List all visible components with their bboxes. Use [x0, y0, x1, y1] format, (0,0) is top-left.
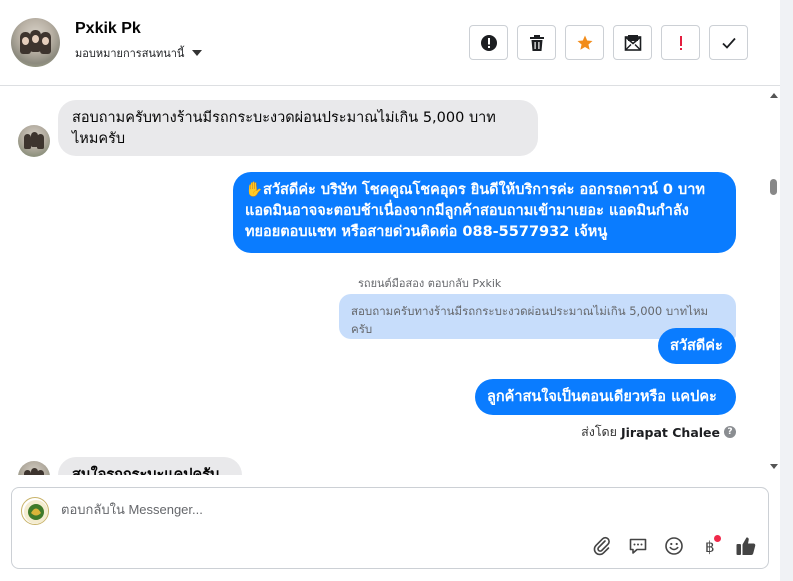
mark-unread-button[interactable] [613, 25, 652, 60]
paperclip-icon [593, 536, 610, 556]
star-icon [577, 35, 592, 50]
payment-button[interactable]: ฿ [698, 534, 722, 558]
contact-name[interactable]: Pxkik Pk [75, 20, 141, 38]
assign-conversation-dropdown[interactable]: มอบหมายการสนทนานี้ [75, 44, 203, 62]
emoji-icon [665, 537, 683, 555]
contact-avatar[interactable] [11, 18, 60, 67]
composer-tools: ฿ [590, 534, 758, 558]
window-edge [780, 0, 793, 581]
incoming-message[interactable]: สอบถามครับทางร้านมีรถกระบะงวดผ่อนประมาณไ… [58, 100, 538, 156]
conversation-header: Pxkik Pk มอบหมายการสนทนานี้ [0, 0, 780, 86]
contact-avatar-small [18, 125, 50, 157]
thread-scrollbar[interactable] [767, 87, 780, 475]
exclamation-circle-icon [480, 34, 497, 51]
svg-text:฿: ฿ [705, 538, 715, 556]
chevron-down-icon [192, 50, 203, 56]
saved-reply-icon [629, 538, 647, 554]
checkmark-icon [721, 37, 736, 49]
outgoing-message[interactable]: สวัสดีค่ะ [658, 328, 736, 364]
outgoing-message[interactable]: ✋สวัสดีค่ะ บริษัท โชคคูณโชคอุดร ยินดีให้… [233, 172, 736, 253]
contact-avatar-small [18, 461, 50, 475]
conversation-actions [469, 25, 748, 60]
page-avatar [21, 497, 49, 525]
notification-dot [714, 535, 721, 542]
star-button[interactable] [565, 25, 604, 60]
message-input[interactable] [61, 502, 661, 517]
question-icon[interactable]: ? [724, 426, 736, 438]
like-button[interactable] [734, 534, 758, 558]
scroll-up-arrow[interactable] [770, 93, 778, 98]
scroll-thumb[interactable] [770, 179, 777, 195]
thumbs-up-icon [736, 537, 756, 555]
sent-by-agent: Jirapat Chalee [621, 424, 720, 440]
mark-done-button[interactable] [709, 25, 748, 60]
attach-button[interactable] [590, 534, 614, 558]
message-composer: ฿ [11, 487, 769, 569]
delete-button[interactable] [517, 25, 556, 60]
follow-up-button[interactable] [661, 25, 700, 60]
assign-label: มอบหมายการสนทนานี้ [75, 47, 185, 60]
saved-replies-button[interactable] [626, 534, 650, 558]
emoji-button[interactable] [662, 534, 686, 558]
message-thread: สอบถามครับทางร้านมีรถกระบะงวดผ่อนประมาณไ… [0, 87, 780, 475]
mark-spam-button[interactable] [469, 25, 508, 60]
sent-by-label: ส่งโดย Jirapat Chalee ? [581, 422, 736, 442]
trash-icon [529, 34, 544, 51]
reply-context-label: รถยนต์มือสอง ตอบกลับ Pxkik [358, 277, 502, 290]
incoming-message[interactable]: สนใจรถกระบะแคปครับพี่ [58, 457, 242, 475]
envelope-icon [624, 34, 641, 51]
exclamation-icon [679, 35, 682, 50]
scroll-down-arrow[interactable] [770, 464, 778, 469]
outgoing-message[interactable]: ลูกค้าสนใจเป็นตอนเดียวหรือ แคปคะ [475, 379, 736, 415]
sent-by-prefix: ส่งโดย [581, 424, 617, 439]
